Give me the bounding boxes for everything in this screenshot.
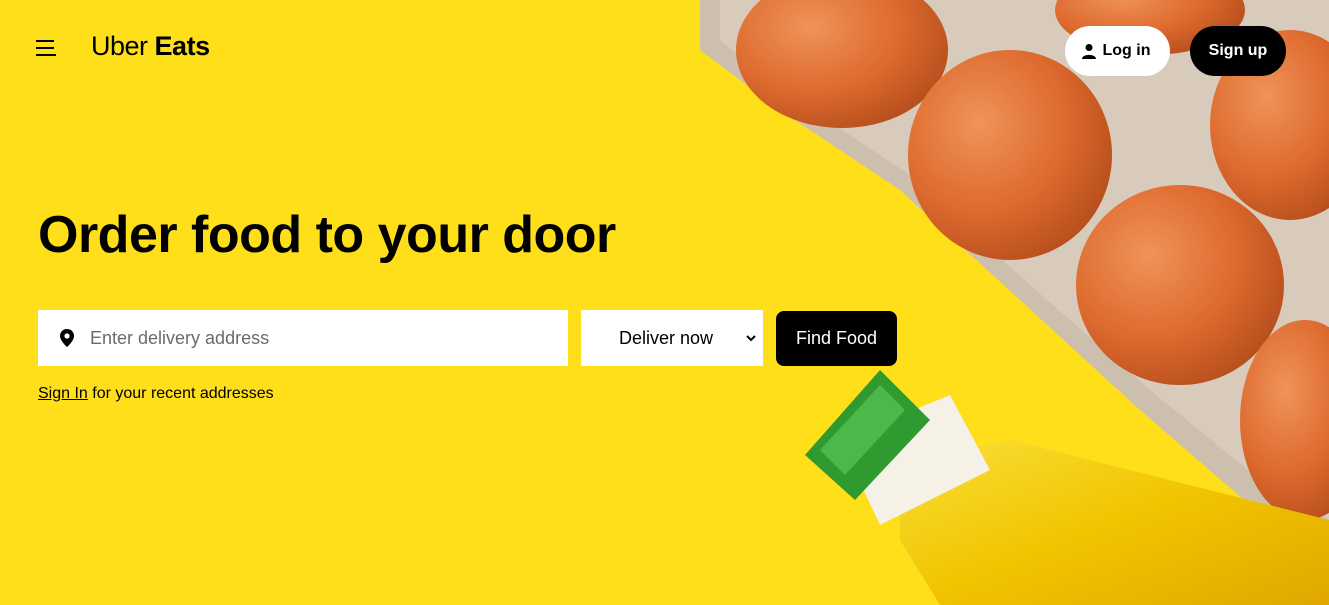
deliver-time-value: Deliver now	[619, 327, 714, 348]
signin-prompt: Sign In for your recent addresses	[38, 385, 274, 403]
signup-label: Sign up	[1208, 42, 1268, 59]
find-food-label: Find Food	[795, 328, 878, 348]
egg	[1076, 185, 1284, 385]
uber-eats-logo[interactable]: Uber Eats	[91, 31, 210, 62]
logo-uber: Uber	[91, 31, 148, 61]
login-button[interactable]: Log in	[1065, 26, 1170, 76]
find-food-button[interactable]: Find Food	[776, 311, 897, 366]
logo-eats: Eats	[154, 31, 211, 61]
chevron-down-icon	[746, 335, 756, 342]
site-header: Uber Eats Log in Sign up	[0, 0, 1329, 100]
location-pin-icon	[60, 329, 74, 347]
address-input[interactable]	[88, 326, 532, 350]
signin-text: for your recent addresses	[87, 385, 274, 402]
page-title: Order food to your door	[38, 206, 616, 264]
hamburger-menu-icon[interactable]	[36, 40, 58, 60]
signin-link[interactable]: Sign In	[38, 385, 88, 402]
deliver-time-select[interactable]: Deliver now	[581, 310, 763, 366]
signup-button[interactable]: Sign up	[1190, 26, 1286, 76]
person-icon	[1081, 44, 1096, 59]
login-label: Log in	[1102, 42, 1151, 59]
address-field[interactable]	[38, 310, 568, 366]
